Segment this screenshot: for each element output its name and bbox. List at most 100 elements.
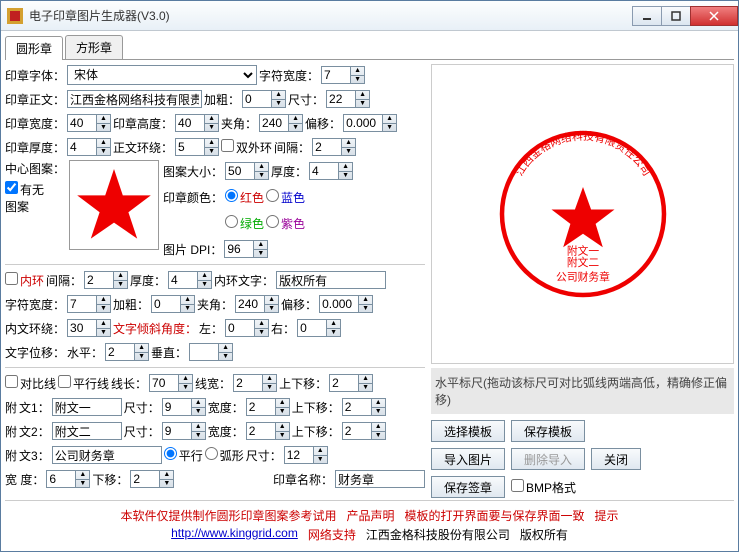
close-app-button[interactable]: 关闭 bbox=[591, 448, 641, 470]
size-input[interactable] bbox=[326, 90, 356, 108]
arc-radio[interactable]: 弧形 bbox=[205, 447, 244, 464]
v-input[interactable] bbox=[189, 343, 219, 361]
import-image-button[interactable]: 导入图片 bbox=[431, 448, 505, 470]
updown3-spin[interactable]: ▲▼ bbox=[372, 422, 386, 440]
thickness-input[interactable] bbox=[309, 162, 339, 180]
haspattern-check[interactable]: 有无 图案 bbox=[5, 181, 65, 215]
pinch-spin[interactable]: ▲▼ bbox=[289, 114, 303, 132]
left-input[interactable] bbox=[225, 319, 255, 337]
select-template-button[interactable]: 选择模板 bbox=[431, 420, 505, 442]
patternsize-input[interactable] bbox=[225, 162, 255, 180]
innerthick-input[interactable] bbox=[168, 271, 198, 289]
parallel-radio[interactable]: 平行 bbox=[164, 447, 203, 464]
pinch2-spin[interactable]: ▲▼ bbox=[265, 295, 279, 313]
sealtext-input[interactable] bbox=[67, 90, 202, 108]
width-a1-spin[interactable]: ▲▼ bbox=[276, 398, 290, 416]
doublering-check[interactable]: 双外环 bbox=[221, 139, 272, 156]
bold-spin[interactable]: ▲▼ bbox=[272, 90, 286, 108]
sealwidth-spin[interactable]: ▲▼ bbox=[97, 114, 111, 132]
size-spin[interactable]: ▲▼ bbox=[356, 90, 370, 108]
pinch-input[interactable] bbox=[259, 114, 289, 132]
width-a2-spin[interactable]: ▲▼ bbox=[276, 422, 290, 440]
innerwrap-input[interactable] bbox=[67, 319, 97, 337]
updown2-input[interactable] bbox=[342, 398, 372, 416]
font-select[interactable]: 宋体 bbox=[67, 65, 257, 85]
charwidth-input[interactable] bbox=[321, 66, 351, 84]
widthd-input[interactable] bbox=[46, 470, 76, 488]
color-green[interactable]: 绿色 bbox=[225, 215, 264, 232]
sealthick-spin[interactable]: ▲▼ bbox=[97, 138, 111, 156]
offset2-input[interactable] bbox=[319, 295, 359, 313]
website-link[interactable]: http://www.kinggrid.com bbox=[171, 526, 298, 543]
size-a2-input[interactable] bbox=[162, 422, 192, 440]
innerwrap-spin[interactable]: ▲▼ bbox=[97, 319, 111, 337]
width-a1-input[interactable] bbox=[246, 398, 276, 416]
close-button[interactable] bbox=[690, 6, 738, 26]
widthd-spin[interactable]: ▲▼ bbox=[76, 470, 90, 488]
linelen-spin[interactable]: ▲▼ bbox=[179, 374, 193, 392]
gap-input[interactable] bbox=[312, 138, 342, 156]
minimize-button[interactable] bbox=[632, 6, 662, 26]
bold2-input[interactable] bbox=[151, 295, 181, 313]
innerthick-spin[interactable]: ▲▼ bbox=[198, 271, 212, 289]
attach1-input[interactable] bbox=[52, 398, 122, 416]
sealthick-input[interactable] bbox=[67, 138, 97, 156]
paraline-check[interactable]: 平行线 bbox=[58, 375, 109, 392]
sealwidth-input[interactable] bbox=[67, 114, 97, 132]
updown3-input[interactable] bbox=[342, 422, 372, 440]
charwidth-spin[interactable]: ▲▼ bbox=[351, 66, 365, 84]
tab-round[interactable]: 圆形章 bbox=[5, 36, 63, 60]
delete-import-button[interactable]: 删除导入 bbox=[511, 448, 585, 470]
charwidth2-input[interactable] bbox=[67, 295, 97, 313]
linewidth-spin[interactable]: ▲▼ bbox=[263, 374, 277, 392]
offset2-spin[interactable]: ▲▼ bbox=[359, 295, 373, 313]
charwidth2-spin[interactable]: ▲▼ bbox=[97, 295, 111, 313]
size-a2-spin[interactable]: ▲▼ bbox=[192, 422, 206, 440]
updown1-input[interactable] bbox=[329, 374, 359, 392]
updown2-spin[interactable]: ▲▼ bbox=[372, 398, 386, 416]
linewidth-input[interactable] bbox=[233, 374, 263, 392]
gap-spin[interactable]: ▲▼ bbox=[342, 138, 356, 156]
v-spin[interactable]: ▲▼ bbox=[219, 343, 233, 361]
dpi-spin[interactable]: ▲▼ bbox=[254, 240, 268, 258]
h-input[interactable] bbox=[105, 343, 135, 361]
save-template-button[interactable]: 保存模板 bbox=[511, 420, 585, 442]
left-spin[interactable]: ▲▼ bbox=[255, 319, 269, 337]
size-a1-spin[interactable]: ▲▼ bbox=[192, 398, 206, 416]
dpi-input[interactable] bbox=[224, 240, 254, 258]
width-a2-input[interactable] bbox=[246, 422, 276, 440]
attach3-input[interactable] bbox=[52, 446, 162, 464]
innergap-input[interactable] bbox=[84, 271, 114, 289]
tab-square[interactable]: 方形章 bbox=[65, 35, 123, 59]
sealheight-input[interactable] bbox=[175, 114, 205, 132]
pinch2-input[interactable] bbox=[235, 295, 265, 313]
downmove-input[interactable] bbox=[130, 470, 160, 488]
maximize-button[interactable] bbox=[661, 6, 691, 26]
offset-input[interactable] bbox=[343, 114, 383, 132]
updown1-spin[interactable]: ▲▼ bbox=[359, 374, 373, 392]
bmp-format-check[interactable]: BMP格式 bbox=[511, 479, 576, 496]
bold2-spin[interactable]: ▲▼ bbox=[181, 295, 195, 313]
size-a1-input[interactable] bbox=[162, 398, 192, 416]
innergap-spin[interactable]: ▲▼ bbox=[114, 271, 128, 289]
size-a3-input[interactable] bbox=[284, 446, 314, 464]
cmpline-check[interactable]: 对比线 bbox=[5, 375, 56, 392]
linelen-input[interactable] bbox=[149, 374, 179, 392]
attach2-input[interactable] bbox=[52, 422, 122, 440]
offset-spin[interactable]: ▲▼ bbox=[383, 114, 397, 132]
size-a3-spin[interactable]: ▲▼ bbox=[314, 446, 328, 464]
right-input[interactable] bbox=[297, 319, 327, 337]
sealheight-spin[interactable]: ▲▼ bbox=[205, 114, 219, 132]
innertext-input[interactable] bbox=[276, 271, 386, 289]
color-red[interactable]: 红色 bbox=[225, 189, 264, 206]
textwrap-spin[interactable]: ▲▼ bbox=[205, 138, 219, 156]
bold-input[interactable] bbox=[242, 90, 272, 108]
h-spin[interactable]: ▲▼ bbox=[135, 343, 149, 361]
sealname-input[interactable] bbox=[335, 470, 425, 488]
innerring-check[interactable]: 内环 bbox=[5, 272, 44, 289]
thickness-spin[interactable]: ▲▼ bbox=[339, 162, 353, 180]
downmove-spin[interactable]: ▲▼ bbox=[160, 470, 174, 488]
save-signature-button[interactable]: 保存签章 bbox=[431, 476, 505, 498]
patternsize-spin[interactable]: ▲▼ bbox=[255, 162, 269, 180]
textwrap-input[interactable] bbox=[175, 138, 205, 156]
